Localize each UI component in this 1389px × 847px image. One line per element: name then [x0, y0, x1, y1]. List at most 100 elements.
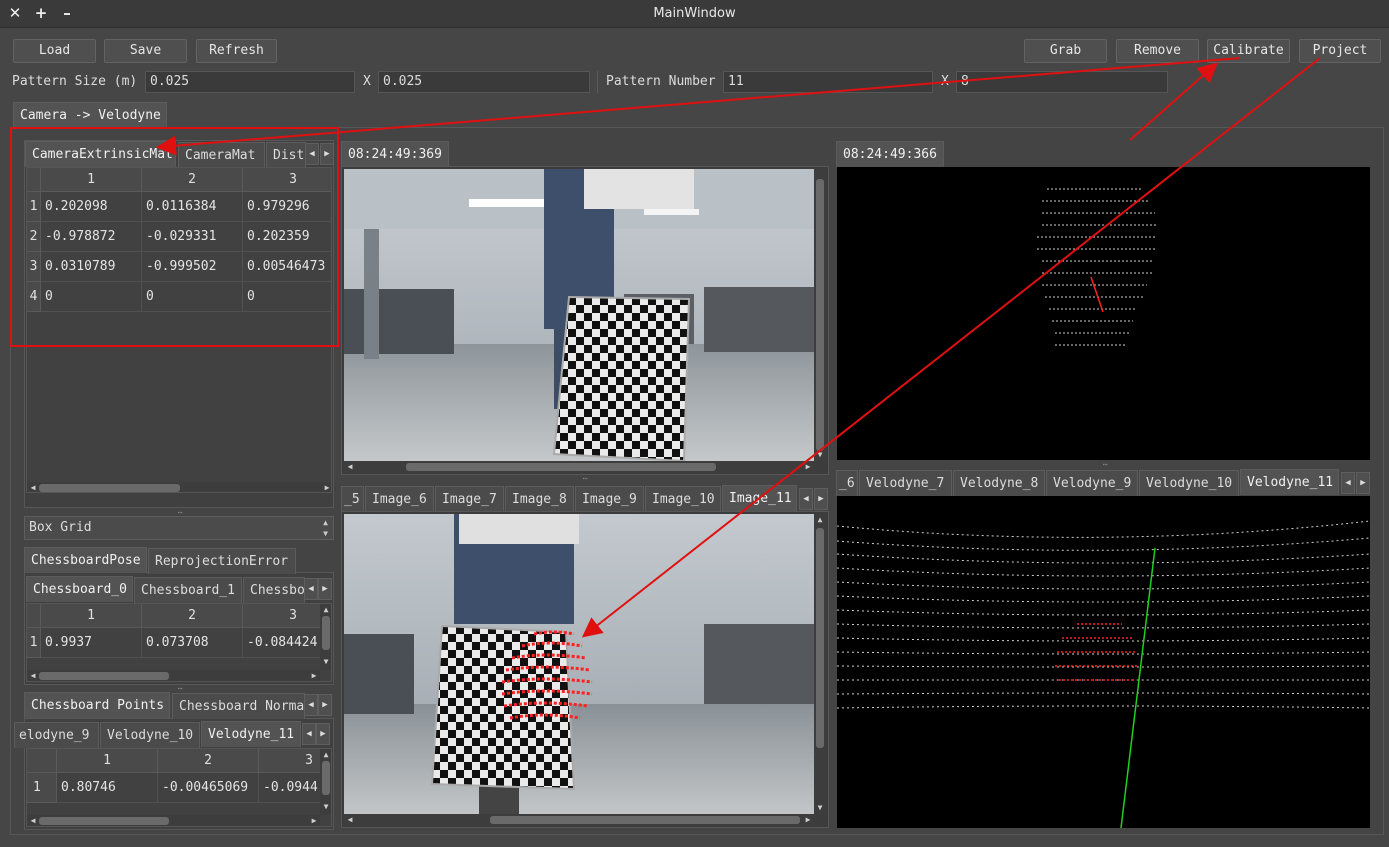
- column-header[interactable]: 2: [142, 604, 243, 628]
- scroll-down-icon[interactable]: ▼: [814, 802, 826, 814]
- table-cell[interactable]: 0: [243, 282, 331, 312]
- tab-chessboard-0[interactable]: Chessboard_0: [26, 576, 133, 602]
- tab-camera-timestamp[interactable]: 08:24:49:369: [341, 141, 449, 167]
- scroll-up-icon[interactable]: ▲: [320, 749, 331, 761]
- scrollbar-thumb[interactable]: [39, 484, 180, 492]
- tab-scroll-right-icon[interactable]: ▶: [814, 488, 828, 510]
- tab-image-11[interactable]: Image_11: [722, 485, 797, 511]
- scroll-down-icon[interactable]: ▼: [320, 656, 331, 668]
- tab-velodyne-8[interactable]: Velodyne_8: [953, 470, 1045, 496]
- tab-camera-velodyne[interactable]: Camera -> Velodyne: [13, 102, 167, 128]
- pattern-number-x-input[interactable]: 11: [723, 71, 933, 93]
- tab-scroll-left-icon[interactable]: ◀: [305, 143, 319, 165]
- table-cell[interactable]: -0.029331: [142, 222, 243, 252]
- scrollbar-thumb[interactable]: [322, 761, 330, 795]
- table-cell[interactable]: 0.0310789: [41, 252, 142, 282]
- tab-image-6[interactable]: Image_6: [365, 486, 434, 512]
- tab-scroll-right-icon[interactable]: ▶: [1356, 472, 1370, 494]
- scroll-down-icon[interactable]: ▼: [814, 449, 826, 461]
- scrollbar-thumb[interactable]: [490, 816, 800, 824]
- tab-scroll-left-icon[interactable]: ◀: [1341, 472, 1355, 494]
- scroll-left-icon[interactable]: ◀: [344, 461, 356, 473]
- tab-lidar-timestamp[interactable]: 08:24:49:366: [836, 141, 944, 167]
- horizontal-scrollbar[interactable]: ◀ ▶: [344, 814, 814, 826]
- table-cell[interactable]: -0.978872: [41, 222, 142, 252]
- table-cell[interactable]: -0.00465069: [158, 773, 259, 803]
- calibrate-button[interactable]: Calibrate: [1207, 39, 1290, 63]
- column-header[interactable]: 1: [41, 604, 142, 628]
- tab-velodyne-10[interactable]: Velodyne_10: [1139, 470, 1239, 496]
- tab-scroll-left-icon[interactable]: ◀: [799, 488, 813, 510]
- tab-chessboard-pose[interactable]: ChessboardPose: [24, 547, 147, 573]
- tab-scroll-left-icon[interactable]: ◀: [304, 578, 318, 600]
- scroll-left-icon[interactable]: ◀: [27, 482, 39, 492]
- column-header[interactable]: 1: [57, 749, 158, 773]
- scroll-up-icon[interactable]: ▲: [814, 514, 826, 526]
- tab-image-5[interactable]: _5: [341, 486, 364, 512]
- tab-velodyne-10[interactable]: Velodyne_10: [100, 722, 200, 748]
- tab-scroll-right-icon[interactable]: ▶: [316, 723, 330, 745]
- table-cell[interactable]: -0.084424: [243, 628, 331, 658]
- scroll-right-icon[interactable]: ▶: [802, 461, 814, 473]
- tab-chessboard-normal[interactable]: Chessboard Norma: [172, 693, 305, 719]
- pattern-size-x-input[interactable]: 0.025: [145, 71, 355, 93]
- scrollbar-thumb[interactable]: [322, 616, 330, 650]
- tab-velodyne-7[interactable]: Velodyne_7: [859, 470, 952, 496]
- row-header[interactable]: 1: [27, 628, 41, 658]
- column-header[interactable]: 3: [243, 168, 331, 192]
- scroll-left-icon[interactable]: ◀: [344, 814, 356, 826]
- scroll-left-icon[interactable]: ◀: [27, 670, 39, 681]
- column-header[interactable]: 2: [142, 168, 243, 192]
- table-cell[interactable]: 0.202359: [243, 222, 331, 252]
- table-cell[interactable]: 0.9937: [41, 628, 142, 658]
- tab-scroll-left-icon[interactable]: ◀: [302, 723, 316, 745]
- scrollbar-thumb[interactable]: [39, 817, 169, 825]
- vertical-scrollbar[interactable]: ▲ ▼: [814, 514, 826, 814]
- box-grid-select[interactable]: Box Grid ▲ ▼: [24, 516, 334, 540]
- tab-image-7[interactable]: Image_7: [435, 486, 504, 512]
- tab-scroll-right-icon[interactable]: ▶: [320, 143, 334, 165]
- save-button[interactable]: Save: [104, 39, 187, 63]
- tab-velodyne-9[interactable]: elodyne_9: [14, 722, 99, 748]
- horizontal-scrollbar[interactable]: ◀ ▶: [27, 482, 331, 492]
- scroll-right-icon[interactable]: ▶: [308, 670, 320, 681]
- scrollbar-thumb[interactable]: [816, 179, 824, 451]
- row-header[interactable]: 1: [27, 773, 57, 803]
- pattern-size-y-input[interactable]: 0.025: [378, 71, 590, 93]
- row-header[interactable]: 4: [27, 282, 41, 312]
- tab-camera-mat[interactable]: CameraMat: [178, 142, 265, 168]
- tab-scroll-left-icon[interactable]: ◀: [304, 694, 318, 716]
- lidar-view[interactable]: [837, 167, 1370, 460]
- tab-image-10[interactable]: Image_10: [645, 486, 721, 512]
- column-header[interactable]: 1: [41, 168, 142, 192]
- remove-button[interactable]: Remove: [1116, 39, 1199, 63]
- scroll-right-icon[interactable]: ▶: [802, 814, 814, 826]
- vertical-scrollbar[interactable]: ▲ ▼: [320, 749, 331, 815]
- camera-image[interactable]: [344, 169, 814, 461]
- tab-image-9[interactable]: Image_9: [575, 486, 644, 512]
- table-cell[interactable]: 0.073708: [142, 628, 243, 658]
- table-cell[interactable]: -0.0944: [259, 773, 321, 803]
- table-cell[interactable]: 0.00546473: [243, 252, 331, 282]
- column-header[interactable]: 2: [158, 749, 259, 773]
- vertical-scrollbar[interactable]: ▼: [814, 169, 826, 461]
- scroll-down-icon[interactable]: ▼: [320, 801, 331, 813]
- splitter-handle[interactable]: ⋯: [575, 474, 595, 483]
- scrollbar-thumb[interactable]: [39, 672, 169, 680]
- velodyne-projection-view[interactable]: [837, 496, 1370, 828]
- horizontal-scrollbar[interactable]: ◀ ▶: [344, 461, 814, 473]
- pattern-number-y-input[interactable]: 8: [956, 71, 1168, 93]
- splitter-handle[interactable]: ⋯: [1095, 460, 1115, 469]
- horizontal-scrollbar[interactable]: ◀ ▶: [27, 670, 320, 681]
- tab-velodyne-11[interactable]: Velodyne_11: [1240, 469, 1339, 495]
- scrollbar-thumb[interactable]: [816, 528, 824, 748]
- tab-dist[interactable]: Dist: [266, 142, 306, 168]
- column-header[interactable]: 3: [243, 604, 331, 628]
- row-header[interactable]: 2: [27, 222, 41, 252]
- table-cell[interactable]: 0.979296: [243, 192, 331, 222]
- tab-velodyne-11[interactable]: Velodyne_11: [201, 721, 301, 747]
- vertical-scrollbar[interactable]: ▲ ▼: [320, 604, 331, 670]
- horizontal-scrollbar[interactable]: ◀ ▶: [27, 815, 320, 826]
- tab-camera-extrinsic-mat[interactable]: CameraExtrinsicMat: [25, 141, 176, 167]
- table-cell[interactable]: 0.202098: [41, 192, 142, 222]
